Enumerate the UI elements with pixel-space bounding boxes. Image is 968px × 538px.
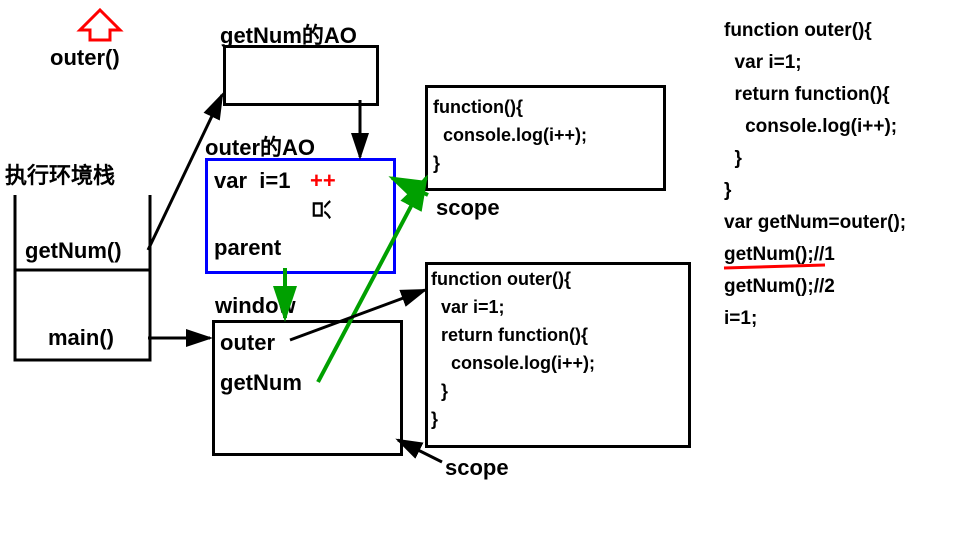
stack-main: main() <box>48 325 114 351</box>
window-label: window <box>215 293 296 319</box>
getnum-ao-box <box>223 45 379 106</box>
parent-label: parent <box>214 235 281 261</box>
source-code: function outer(){ var i=1; return functi… <box>724 15 906 335</box>
var-i-label: var i=1 <box>214 168 290 194</box>
outer-prop-label: outer <box>220 330 275 356</box>
stack-getnum: getNum() <box>25 238 122 264</box>
outer-call-label: outer() <box>50 45 120 71</box>
scope-label-2: scope <box>445 455 509 481</box>
exec-stack-title: 执行环境栈 <box>5 158 115 190</box>
inner-fn-code: function(){ console.log(i++); } <box>433 93 587 177</box>
scope-label-1: scope <box>436 195 500 221</box>
guard-char: 只 <box>306 200 335 220</box>
outer-fn-code: function outer(){ var i=1; return functi… <box>431 265 595 433</box>
getnum-prop-label: getNum <box>220 370 302 396</box>
plusplus-label: ++ <box>310 168 336 194</box>
